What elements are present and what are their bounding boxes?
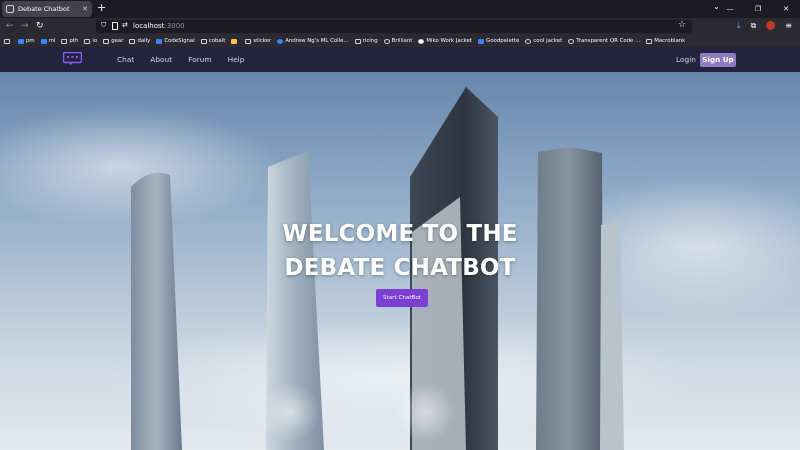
hero-headline-line1: WELCOME TO THE bbox=[282, 221, 518, 247]
permissions-icon[interactable]: ⇄ bbox=[122, 21, 128, 29]
tracking-protection-icon[interactable]: ⛉ bbox=[101, 21, 106, 30]
chat-logo-icon[interactable] bbox=[63, 52, 82, 66]
bookmark-icon bbox=[418, 38, 425, 44]
browser-tab-strip: Debate Chatbot ✕ + ⌄ — ❐ ✕ bbox=[0, 0, 800, 18]
bookmark-folder[interactable]: gear bbox=[103, 38, 123, 44]
bookmark-folder[interactable]: daily bbox=[129, 38, 150, 44]
signup-button[interactable]: Sign Up bbox=[700, 53, 736, 67]
bookmark-folder[interactable]: pth bbox=[61, 38, 78, 44]
bookmark-icon bbox=[383, 38, 390, 44]
download-icon[interactable]: ⤓ bbox=[737, 21, 741, 32]
bookmark-star-icon[interactable]: ☆ bbox=[678, 20, 686, 30]
reload-icon[interactable]: ↻ bbox=[36, 20, 44, 32]
bookmark-icon bbox=[646, 38, 653, 44]
site-navbar: Chat About Forum Help Login Sign Up bbox=[0, 47, 800, 72]
forward-icon[interactable]: → bbox=[21, 20, 29, 32]
maximize-icon[interactable]: ❐ bbox=[744, 0, 772, 18]
bookmark-folder[interactable]: sticker bbox=[245, 38, 271, 44]
bookmark-item[interactable]: Transparent QR Code ... bbox=[568, 38, 640, 44]
site-menu: Chat About Forum Help bbox=[117, 47, 244, 72]
toolbar-right: ⤓ ⧉ ≡ bbox=[737, 21, 792, 32]
bookmark-item[interactable]: Andrew Ng's ML Colle... bbox=[277, 38, 349, 44]
folder-icon bbox=[61, 38, 68, 44]
browser-tab-active[interactable]: Debate Chatbot ✕ bbox=[2, 1, 92, 17]
bookmark-icon bbox=[277, 38, 284, 44]
browser-toolbar: ← → ↻ ⛉ ⇄ localhost:3000 ☆ ⤓ ⧉ ≡ bbox=[0, 18, 800, 35]
bookmark-item[interactable]: Miko Work Jacket bbox=[418, 38, 472, 44]
folder-icon bbox=[245, 38, 252, 44]
page-info-icon[interactable] bbox=[112, 22, 118, 30]
start-chatbot-button[interactable]: Start ChatBot bbox=[376, 289, 428, 307]
bookmark-item[interactable]: Brilliant bbox=[383, 38, 412, 44]
window-controls: — ❐ ✕ bbox=[716, 0, 800, 18]
nav-forum-link[interactable]: Forum bbox=[188, 55, 211, 64]
bookmark-icon bbox=[18, 38, 24, 44]
bookmark-item[interactable]: pm bbox=[18, 38, 35, 44]
bookmark-item[interactable] bbox=[4, 38, 12, 44]
nav-about-link[interactable]: About bbox=[150, 55, 172, 64]
url-text[interactable]: localhost:3000 bbox=[133, 22, 185, 30]
bookmark-icon bbox=[231, 38, 238, 44]
folder-icon bbox=[84, 38, 91, 44]
tab-title: Debate Chatbot bbox=[18, 5, 70, 13]
bookmark-icon bbox=[478, 38, 485, 44]
page-favicon-icon bbox=[6, 5, 14, 13]
bookmark-icon bbox=[156, 38, 163, 44]
back-icon[interactable]: ← bbox=[6, 20, 14, 32]
bookmarks-toolbar: pm ml pth io gear daily CodeSignal cobal… bbox=[0, 35, 800, 47]
bookmark-item[interactable]: Goodpalette bbox=[478, 38, 519, 44]
minimize-icon[interactable]: — bbox=[716, 0, 744, 18]
folder-icon bbox=[103, 38, 110, 44]
new-tab-icon[interactable]: + bbox=[97, 2, 106, 14]
hero-headline: WELCOME TO THE DEBATE CHATBOT bbox=[282, 217, 518, 285]
nav-chat-link[interactable]: Chat bbox=[117, 55, 134, 64]
menu-icon[interactable]: ≡ bbox=[785, 21, 792, 32]
address-bar[interactable]: ⛉ ⇄ localhost:3000 ☆ bbox=[96, 20, 692, 33]
nav-help-link[interactable]: Help bbox=[228, 55, 245, 64]
bookmark-item[interactable]: cobalt bbox=[200, 38, 225, 44]
bookmarks-toolbar-icon bbox=[4, 38, 10, 44]
folder-icon bbox=[354, 38, 361, 44]
bookmark-icon bbox=[525, 38, 532, 44]
bookmark-item[interactable]: cool jacket bbox=[525, 38, 562, 44]
bookmark-item[interactable]: ml bbox=[40, 38, 55, 44]
bookmark-folder[interactable]: ricing bbox=[354, 38, 378, 44]
web-page: Chat About Forum Help Login Sign Up WELC… bbox=[0, 47, 800, 450]
extensions-icon[interactable]: ⧉ bbox=[751, 21, 757, 32]
close-window-icon[interactable]: ✕ bbox=[772, 0, 800, 18]
folder-icon bbox=[129, 38, 136, 44]
bookmark-item[interactable] bbox=[231, 38, 239, 44]
close-tab-icon[interactable]: ✕ bbox=[82, 5, 88, 13]
bookmark-icon bbox=[40, 38, 47, 44]
bookmark-item[interactable]: Macroblank bbox=[646, 38, 685, 44]
login-link[interactable]: Login bbox=[676, 55, 696, 64]
hero-headline-line2: DEBATE CHATBOT bbox=[284, 255, 516, 281]
extension-red-icon[interactable] bbox=[766, 21, 776, 32]
bookmark-icon bbox=[568, 38, 575, 44]
bookmark-icon bbox=[200, 38, 207, 44]
bookmark-folder[interactable]: io bbox=[84, 38, 97, 44]
bookmark-item[interactable]: CodeSignal bbox=[156, 38, 195, 44]
